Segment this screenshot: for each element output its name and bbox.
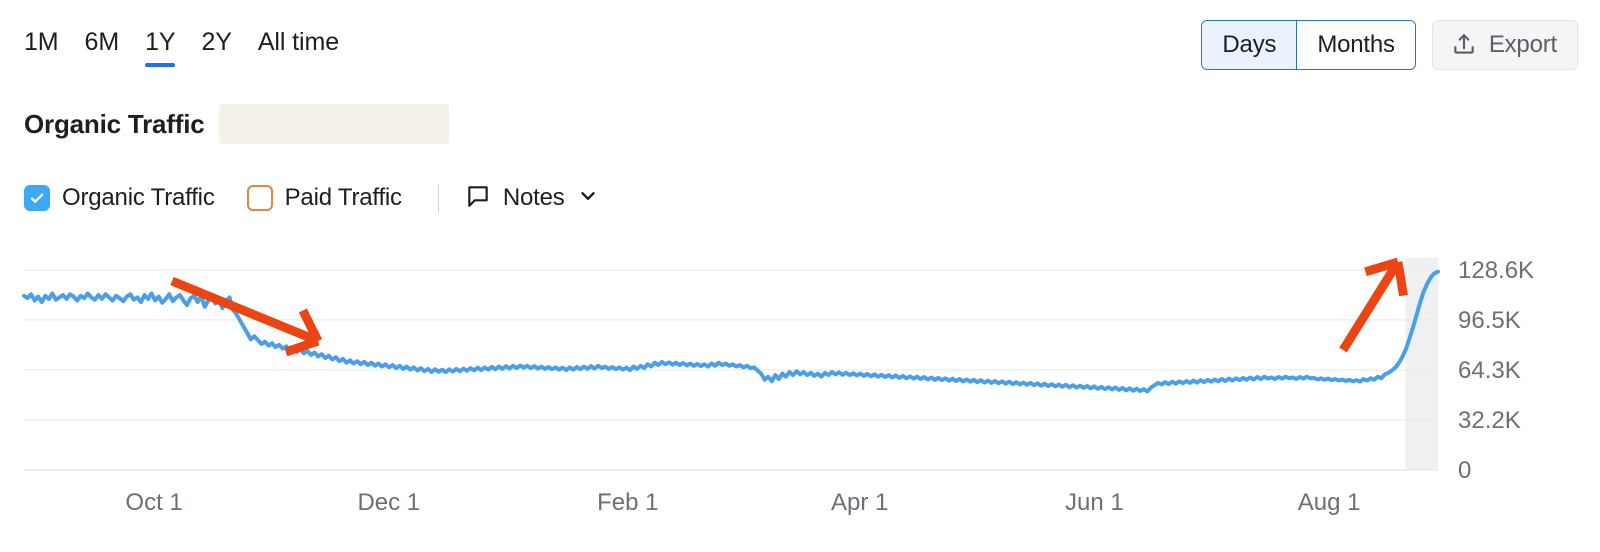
organic-traffic-line <box>22 269 1440 394</box>
notes-dropdown[interactable]: Notes <box>465 183 599 214</box>
paid-traffic-checkbox[interactable] <box>246 185 273 211</box>
svg-text:64.3K: 64.3K <box>1458 357 1521 384</box>
legend-label-paid-traffic: Paid Traffic <box>284 184 402 211</box>
range-tab-1y[interactable]: 1Y <box>145 26 176 68</box>
organic-traffic-checkbox[interactable] <box>24 185 50 211</box>
svg-text:Dec 1: Dec 1 <box>357 489 420 516</box>
toolbar-right-controls: Days Months Export <box>1201 20 1578 70</box>
annotation-arrows <box>170 257 1408 357</box>
legend-item-organic-traffic[interactable]: Organic Traffic <box>24 184 215 212</box>
svg-text:Feb 1: Feb 1 <box>597 489 658 516</box>
svg-text:0: 0 <box>1458 457 1471 484</box>
range-tab-2y[interactable]: 2Y <box>201 26 231 68</box>
svg-text:32.2K: 32.2K <box>1458 407 1521 434</box>
export-label: Export <box>1488 31 1557 58</box>
time-range-tabs: 1M 6M 1Y 2Y All time <box>24 26 339 68</box>
chart-toolbar: 1M 6M 1Y 2Y All time Days Months Export <box>0 0 1600 88</box>
redacted-value-box <box>218 104 449 144</box>
svg-text:Aug 1: Aug 1 <box>1298 489 1361 516</box>
comment-icon <box>465 183 491 214</box>
upload-icon <box>1451 32 1477 58</box>
chart-legend: Organic Traffic Paid Traffic Notes <box>24 180 599 216</box>
legend-item-paid-traffic[interactable]: Paid Traffic <box>246 184 402 212</box>
notes-label: Notes <box>502 184 565 211</box>
gridlines <box>24 269 1438 471</box>
granularity-days-button[interactable]: Days <box>1202 21 1298 69</box>
forecast-band <box>1405 258 1438 470</box>
range-tab-all-time[interactable]: All time <box>258 26 339 68</box>
svg-text:Apr 1: Apr 1 <box>831 489 888 516</box>
legend-divider <box>437 184 439 212</box>
traffic-chart[interactable]: 128.6K 96.5K 64.3K 32.2K 0 Oct 1 Dec 1 Feb 1 Ap… <box>0 240 1600 540</box>
export-button[interactable]: Export <box>1431 20 1578 70</box>
range-tab-6m[interactable]: 6M <box>85 26 120 68</box>
chart-canvas: 128.6K 96.5K 64.3K 32.2K 0 Oct 1 Dec 1 Feb 1 Ap… <box>22 257 1534 516</box>
svg-text:Jun 1: Jun 1 <box>1065 489 1124 516</box>
x-axis-labels: Oct 1 Dec 1 Feb 1 Apr 1 Jun 1 Aug 1 <box>125 489 1360 516</box>
svg-text:128.6K: 128.6K <box>1458 257 1534 284</box>
y-axis-labels: 128.6K 96.5K 64.3K 32.2K 0 <box>1458 257 1534 484</box>
svg-text:96.5K: 96.5K <box>1458 307 1521 334</box>
svg-text:Oct 1: Oct 1 <box>125 489 182 516</box>
chart-title-row: Organic Traffic <box>24 104 449 144</box>
chevron-down-icon <box>577 185 599 212</box>
range-tab-1m[interactable]: 1M <box>24 26 59 68</box>
page-title: Organic Traffic <box>24 108 205 139</box>
legend-label-organic-traffic: Organic Traffic <box>62 184 215 211</box>
granularity-toggle: Days Months <box>1201 20 1416 70</box>
granularity-months-button[interactable]: Months <box>1297 21 1415 69</box>
